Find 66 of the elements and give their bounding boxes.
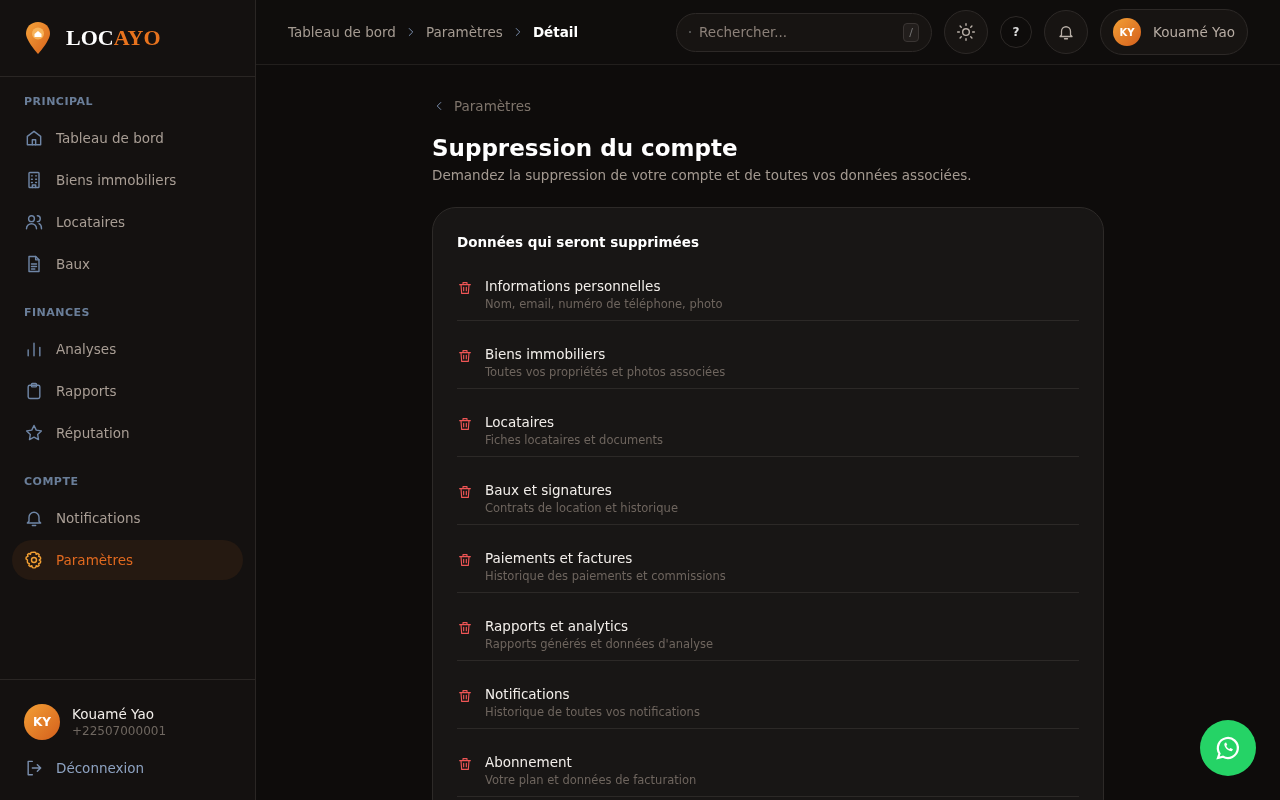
sidebar-item[interactable]: Locataires	[12, 202, 243, 242]
sidebar-item[interactable]: Rapports	[12, 371, 243, 411]
chat-button[interactable]	[1200, 720, 1256, 776]
logout-link[interactable]: Déconnexion	[24, 758, 231, 778]
back-link[interactable]: Paramètres	[432, 98, 531, 114]
page-subtitle: Demandez la suppression de votre compte et de toutes vos données associées.	[432, 167, 973, 183]
item-title: Baux et signatures	[485, 482, 613, 498]
theme-button[interactable]	[944, 10, 989, 54]
notifications-button[interactable]	[1044, 10, 1089, 54]
item-description: Fiches locataires et documents	[485, 433, 664, 447]
section-heading: COMPTE	[23, 474, 80, 490]
star-icon	[24, 423, 44, 443]
page-title: Suppression du compte	[432, 135, 739, 161]
settings-icon	[24, 550, 44, 570]
search-field[interactable]: Rechercher... /	[676, 12, 933, 52]
trash-icon	[457, 484, 473, 500]
breadcrumb-link[interactable]: Paramètres	[425, 24, 503, 40]
breadcrumb-current: Détail	[532, 24, 579, 40]
sidebar-item[interactable]: Baux	[12, 244, 243, 284]
section-heading: PRINCIPAL	[23, 94, 95, 110]
sidebar-item[interactable]: Notifications	[12, 498, 243, 538]
map-pin-logo-icon	[24, 21, 52, 55]
card-title: Données qui seront supprimées	[457, 234, 700, 250]
item-title: Abonnement	[485, 754, 573, 770]
trash-icon	[457, 348, 473, 364]
trash-icon	[457, 280, 473, 296]
sidebar-item[interactable]: Analyses	[12, 329, 243, 369]
sidebar-item[interactable]: Réputation	[12, 413, 243, 453]
breadcrumb-link[interactable]: Tableau de bord	[288, 24, 396, 40]
trash-icon	[457, 552, 473, 568]
item-description: Votre plan et données de facturation	[485, 773, 697, 787]
item-description: Contrats de location et historique	[485, 501, 678, 515]
user-avatar: KY	[24, 704, 60, 740]
sidebar-item[interactable]: Tableau de bord	[12, 118, 243, 158]
trash-icon	[457, 756, 473, 772]
trash-icon	[457, 416, 473, 432]
user-avatar: KY	[1113, 18, 1142, 46]
item-title: Paiements et factures	[485, 550, 634, 566]
trash-icon	[457, 620, 473, 636]
sidebar-item[interactable]: Paramètres	[12, 540, 243, 580]
item-title: Biens immobiliers	[485, 346, 607, 362]
item-description: Toutes vos propriétés et photos associées	[485, 365, 726, 379]
item-description: Rapports générés et données d'analyse	[485, 637, 714, 651]
section-heading: FINANCES	[23, 305, 92, 321]
item-title: Informations personnelles	[485, 278, 662, 294]
item-title: Locataires	[485, 414, 556, 430]
clipboard-icon	[24, 381, 44, 401]
user-phone: +22507000001	[72, 724, 167, 738]
logout-icon	[24, 758, 44, 778]
item-description: Nom, email, numéro de téléphone, photo	[485, 297, 723, 311]
trash-icon	[457, 688, 473, 704]
sun-icon	[956, 22, 977, 42]
logo-text: LOCAYO	[66, 25, 161, 51]
search-input[interactable]: Rechercher...	[697, 23, 898, 41]
bell-icon	[1057, 23, 1076, 41]
home-icon	[24, 128, 44, 148]
sidebar-item[interactable]: Biens immobiliers	[12, 160, 243, 200]
item-description: Historique de toutes vos notifications	[485, 705, 700, 719]
item-description: Historique des paiements et commissions	[485, 569, 726, 583]
help-button[interactable]: ?	[1000, 16, 1033, 48]
users-icon	[24, 212, 44, 232]
shortcut-key: /	[903, 22, 920, 42]
item-title: Notifications	[485, 686, 571, 702]
user-name: Kouamé Yao	[72, 706, 155, 722]
item-title: Rapports et analytics	[485, 618, 630, 634]
user-menu-button[interactable]: KY Kouamé Yao	[1100, 9, 1248, 55]
